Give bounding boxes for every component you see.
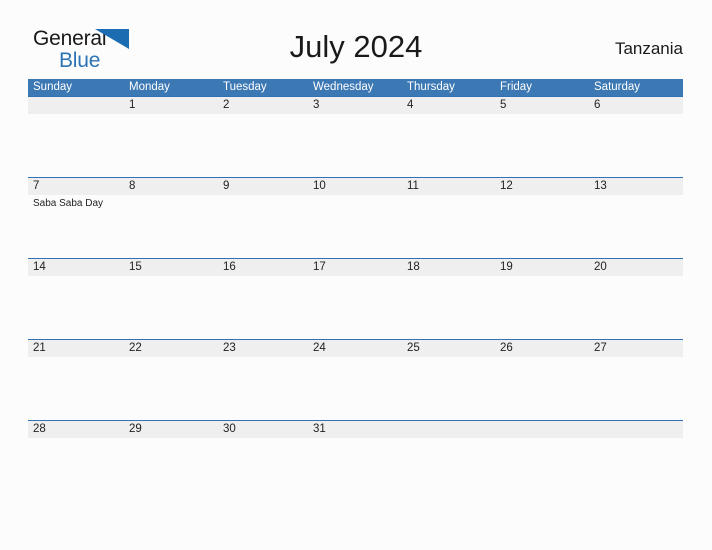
day-band	[28, 96, 124, 114]
day-band	[124, 96, 218, 114]
day-number: 20	[594, 261, 607, 273]
calendar-day-cell[interactable]: 26	[495, 339, 589, 420]
calendar-week-row: 14 15 16 17 18 19 20	[28, 258, 683, 339]
day-number: 24	[313, 342, 326, 354]
page-title: July 2024	[289, 29, 423, 64]
calendar-day-cell[interactable]: 28	[28, 420, 124, 501]
day-number: 10	[313, 180, 326, 192]
calendar-day-cell[interactable]: 24	[308, 339, 402, 420]
day-number: 23	[223, 342, 236, 354]
calendar-day-cell[interactable]: 8	[124, 177, 218, 258]
weekday-monday: Monday	[129, 81, 170, 93]
calendar-day-cell[interactable]: 2	[218, 96, 308, 177]
calendar-day-cell[interactable]: 20	[589, 258, 683, 339]
day-number: 31	[313, 423, 326, 435]
calendar-day-cell-empty	[495, 420, 589, 501]
day-band	[308, 96, 402, 114]
calendar-day-cell[interactable]: 27	[589, 339, 683, 420]
day-band	[218, 177, 308, 195]
weekday-friday: Friday	[500, 81, 532, 93]
day-event-label: Saba Saba Day	[33, 198, 104, 209]
day-number: 26	[500, 342, 513, 354]
day-number: 4	[407, 99, 414, 111]
day-number: 14	[33, 261, 46, 273]
calendar-day-cell[interactable]: 18	[402, 258, 495, 339]
calendar-day-cell-empty	[402, 420, 495, 501]
day-number: 8	[129, 180, 136, 192]
weekday-sunday: Sunday	[33, 81, 73, 93]
calendar-day-cell[interactable]: 1	[124, 96, 218, 177]
day-number: 15	[129, 261, 142, 273]
day-band	[402, 96, 495, 114]
day-number: 19	[500, 261, 513, 273]
day-band	[495, 420, 589, 438]
calendar-day-cell[interactable]: 19	[495, 258, 589, 339]
day-number: 2	[223, 99, 230, 111]
calendar-day-cell[interactable]: 21	[28, 339, 124, 420]
weekday-thursday: Thursday	[407, 81, 455, 93]
calendar-day-cell[interactable]: 7 Saba Saba Day	[28, 177, 124, 258]
day-number: 30	[223, 423, 236, 435]
weekday-wednesday: Wednesday	[313, 81, 374, 93]
day-number: 27	[594, 342, 607, 354]
day-number: 29	[129, 423, 142, 435]
calendar-day-cell[interactable]: 17	[308, 258, 402, 339]
day-band	[28, 177, 124, 195]
weekday-tuesday: Tuesday	[223, 81, 267, 93]
calendar-day-cell-empty	[28, 96, 124, 177]
day-band	[589, 96, 683, 114]
calendar-weeks: 1 2 3 4 5 6 7 Saba Saba Day 8 9 10 11 12 13 14 15 16 17 18…	[28, 96, 683, 501]
day-number: 5	[500, 99, 507, 111]
day-number: 7	[33, 180, 40, 192]
day-number: 25	[407, 342, 420, 354]
calendar-day-cell[interactable]: 16	[218, 258, 308, 339]
page-header: General Blue July 2024 Tanzania	[0, 0, 712, 72]
calendar-day-cell[interactable]: 11	[402, 177, 495, 258]
calendar-grid: Sunday Monday Tuesday Wednesday Thursday…	[28, 79, 683, 501]
calendar-week-row: 28 29 30 31	[28, 420, 683, 501]
day-number: 22	[129, 342, 142, 354]
day-number: 9	[223, 180, 230, 192]
calendar-day-cell[interactable]: 3	[308, 96, 402, 177]
day-number: 16	[223, 261, 236, 273]
calendar-day-cell[interactable]: 12	[495, 177, 589, 258]
weekday-header-row: Sunday Monday Tuesday Wednesday Thursday…	[28, 79, 683, 96]
calendar-day-cell[interactable]: 10	[308, 177, 402, 258]
calendar-day-cell[interactable]: 4	[402, 96, 495, 177]
day-band	[402, 420, 495, 438]
day-number: 21	[33, 342, 46, 354]
weekday-saturday: Saturday	[594, 81, 641, 93]
day-number: 1	[129, 99, 136, 111]
calendar-week-row: 21 22 23 24 25 26 27	[28, 339, 683, 420]
day-band	[495, 96, 589, 114]
calendar-day-cell[interactable]: 30	[218, 420, 308, 501]
day-number: 11	[407, 180, 419, 192]
day-band	[124, 177, 218, 195]
calendar-day-cell[interactable]: 31	[308, 420, 402, 501]
country-label: Tanzania	[614, 39, 683, 58]
calendar-day-cell[interactable]: 22	[124, 339, 218, 420]
calendar-day-cell[interactable]: 5	[495, 96, 589, 177]
day-number: 12	[500, 180, 513, 192]
calendar-day-cell[interactable]: 23	[218, 339, 308, 420]
calendar-day-cell[interactable]: 13	[589, 177, 683, 258]
day-band	[218, 96, 308, 114]
calendar-day-cell[interactable]: 6	[589, 96, 683, 177]
calendar-day-cell-empty	[589, 420, 683, 501]
calendar-day-cell[interactable]: 9	[218, 177, 308, 258]
day-number: 6	[594, 99, 601, 111]
calendar-day-cell[interactable]: 15	[124, 258, 218, 339]
day-number: 13	[594, 180, 607, 192]
calendar-week-row: 7 Saba Saba Day 8 9 10 11 12 13	[28, 177, 683, 258]
calendar-day-cell[interactable]: 29	[124, 420, 218, 501]
calendar-day-cell[interactable]: 25	[402, 339, 495, 420]
day-band	[589, 420, 683, 438]
day-number: 17	[313, 261, 326, 273]
day-number: 28	[33, 423, 46, 435]
day-number: 18	[407, 261, 420, 273]
day-number: 3	[313, 99, 320, 111]
calendar-week-row: 1 2 3 4 5 6	[28, 96, 683, 177]
calendar-day-cell[interactable]: 14	[28, 258, 124, 339]
